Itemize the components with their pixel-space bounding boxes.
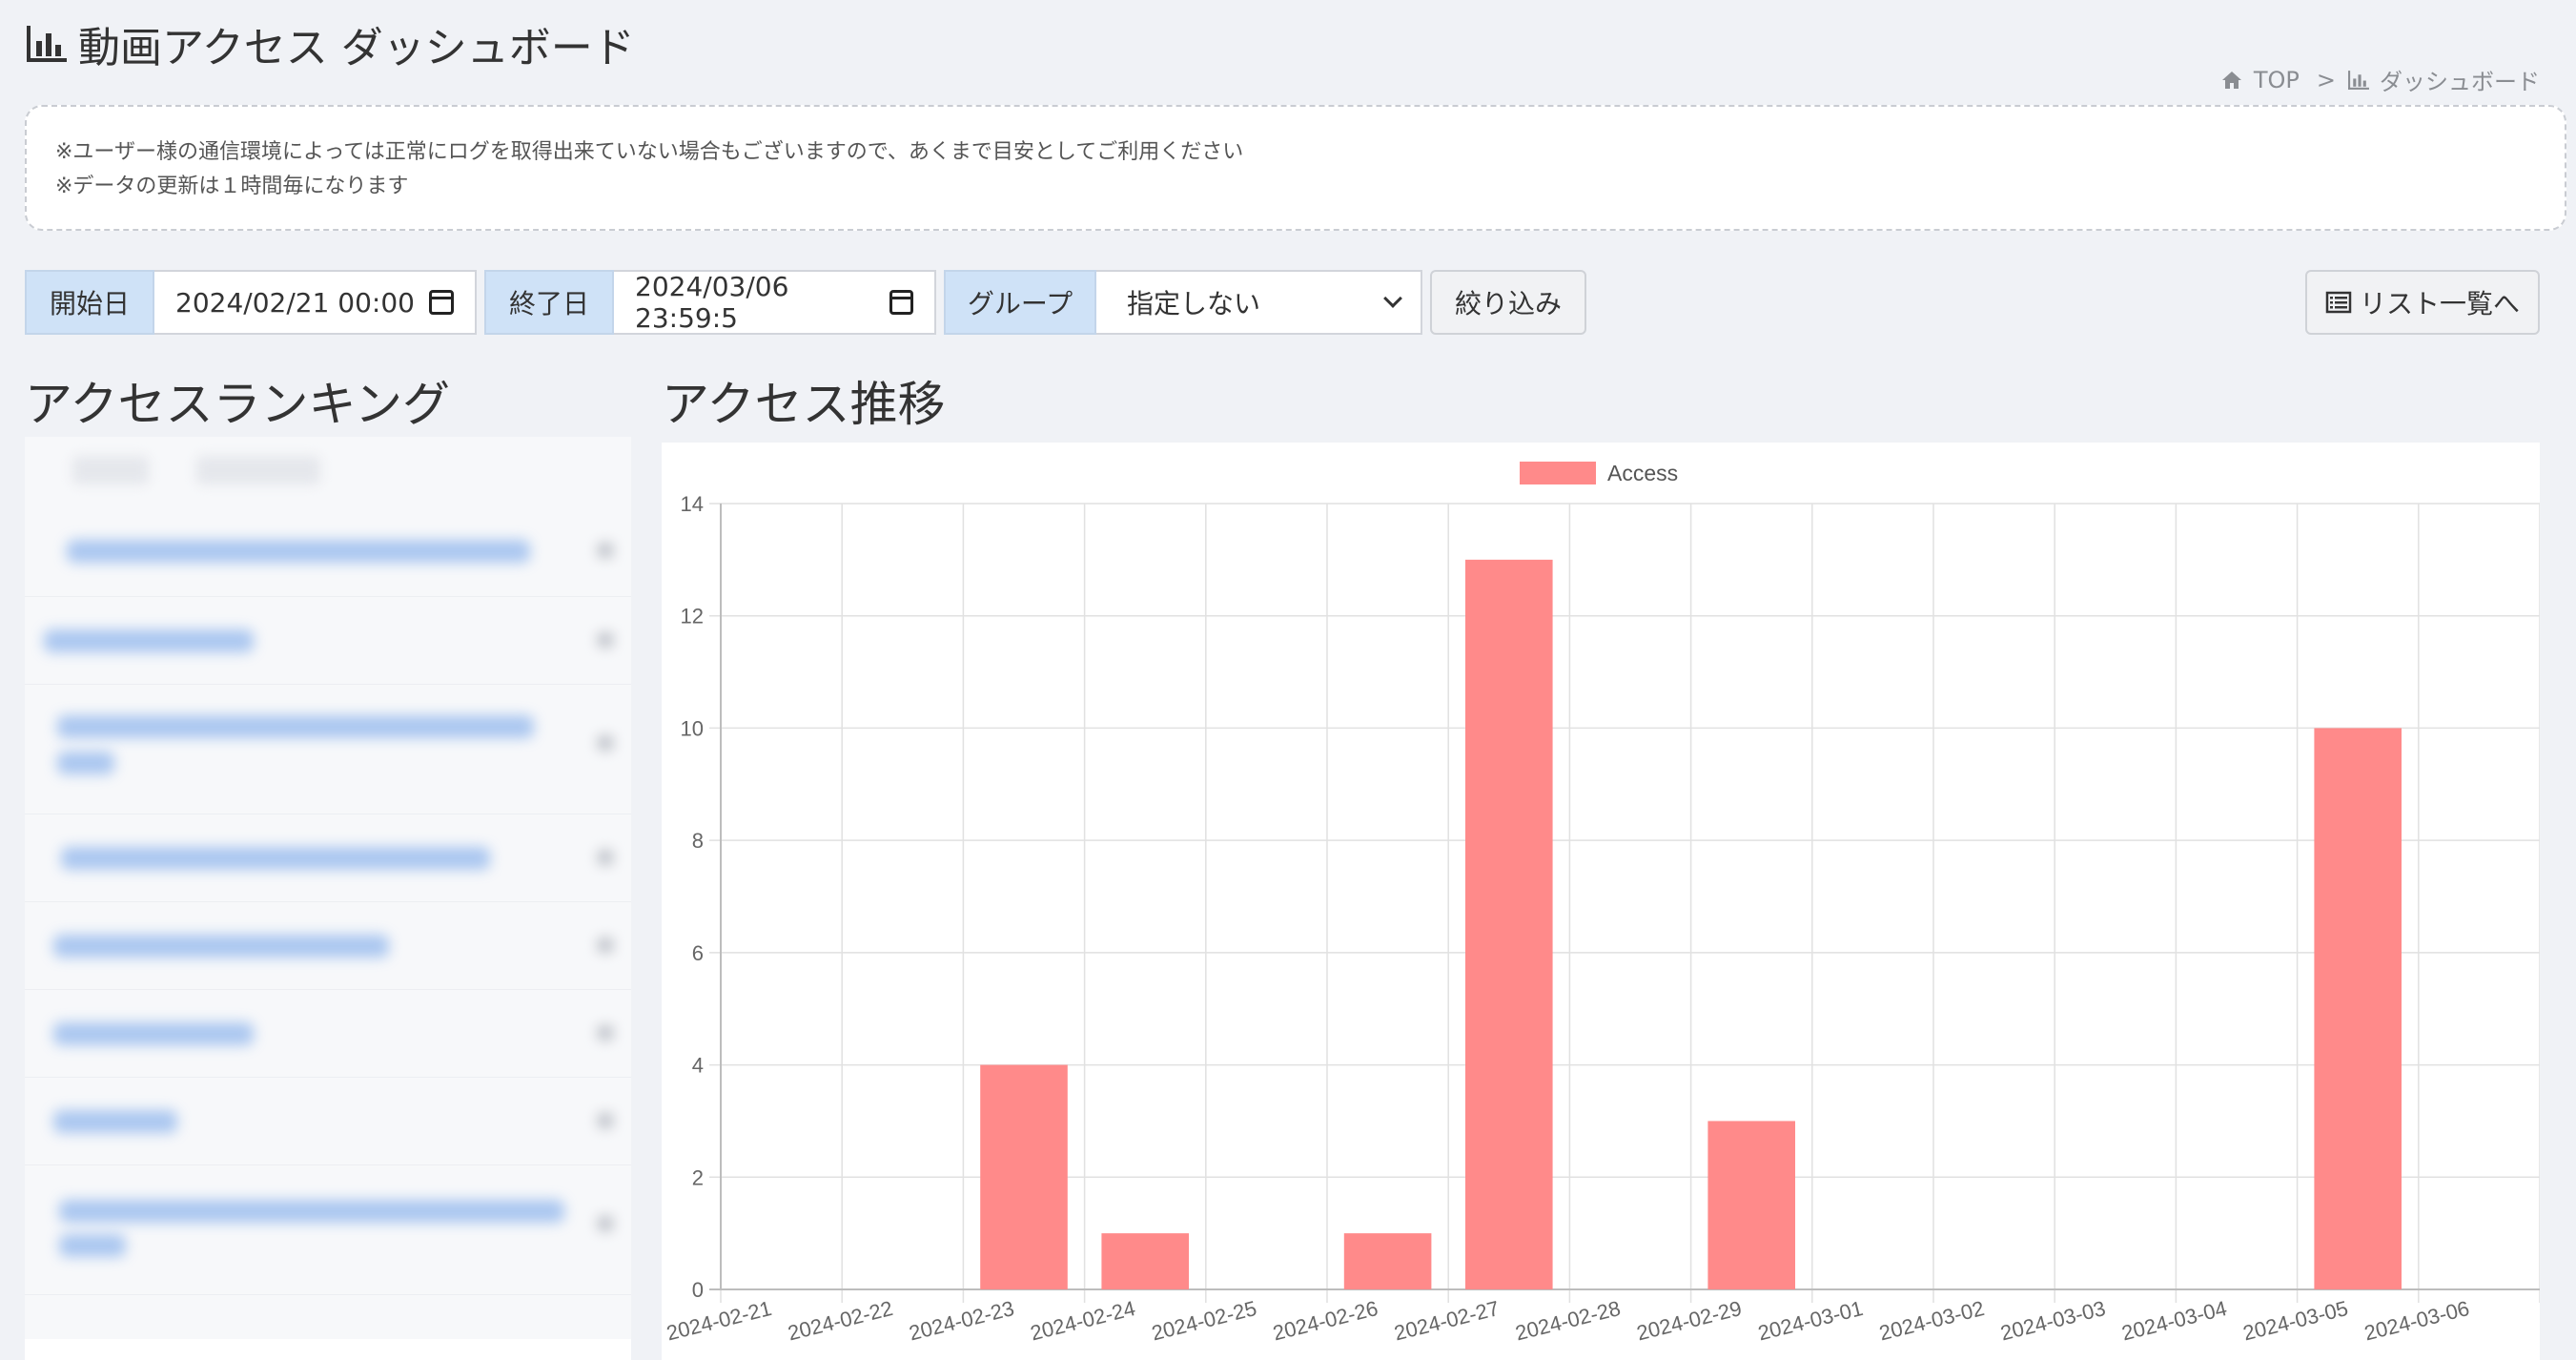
list-view-button[interactable]: リスト一覧へ bbox=[2305, 270, 2540, 335]
y-tick-label: 14 bbox=[681, 492, 704, 516]
x-tick-label: 2024-02-22 bbox=[786, 1296, 895, 1345]
x-tick-label: 2024-02-24 bbox=[1028, 1296, 1137, 1345]
trend-title: アクセス推移 bbox=[662, 377, 946, 432]
x-tick-label: 2024-03-04 bbox=[2119, 1296, 2229, 1345]
list-item[interactable] bbox=[25, 504, 631, 597]
filter-submit-button[interactable]: 絞り込み bbox=[1430, 270, 1586, 335]
bar bbox=[1101, 1233, 1189, 1289]
ranking-tab[interactable] bbox=[196, 456, 320, 484]
group-select-value: 指定しない bbox=[1127, 288, 1261, 319]
legend-swatch bbox=[1520, 462, 1596, 484]
y-tick-label: 6 bbox=[692, 941, 704, 965]
breadcrumb-separator: > bbox=[2316, 66, 2336, 93]
breadcrumb-home-link[interactable]: TOP bbox=[2221, 67, 2300, 93]
legend-label: Access bbox=[1607, 461, 1678, 485]
breadcrumb-current: ダッシュボード bbox=[2380, 69, 2540, 95]
end-date-input[interactable]: 2024/03/06 23:59:5 bbox=[614, 270, 936, 335]
list-item[interactable] bbox=[25, 990, 631, 1078]
start-date-label: 開始日 bbox=[25, 270, 154, 335]
ranking-tabs bbox=[25, 437, 631, 504]
list-item[interactable] bbox=[25, 814, 631, 902]
list-item[interactable] bbox=[25, 685, 631, 814]
ranking-tab[interactable] bbox=[72, 456, 149, 484]
calendar-icon[interactable] bbox=[429, 290, 454, 315]
x-tick-label: 2024-02-26 bbox=[1271, 1296, 1380, 1345]
calendar-icon[interactable] bbox=[889, 290, 913, 315]
list-item[interactable] bbox=[25, 1165, 631, 1295]
bar bbox=[1465, 559, 1553, 1289]
notice-box: ※ユーザー様の通信環境によっては正常にログを取得出来ていない場合もございますので… bbox=[25, 105, 2566, 231]
x-tick-label: 2024-02-25 bbox=[1149, 1296, 1258, 1345]
bar-chart-icon bbox=[27, 26, 67, 62]
list-item[interactable] bbox=[25, 597, 631, 685]
y-tick-label: 10 bbox=[681, 716, 704, 740]
access-trend-chart: 0 2 4 6 8 10 12 14 2024-02-21 2024-02-22 2024-02-2… bbox=[662, 443, 2540, 1360]
page-title: 動画アクセス ダッシュボード bbox=[25, 13, 635, 74]
bar-chart-icon bbox=[2348, 70, 2369, 90]
y-tick-label: 0 bbox=[692, 1278, 704, 1302]
access-bar-chart: 024681012142024-02-21 2024-02-22 2024-02-2… bbox=[664, 461, 2540, 1345]
breadcrumb: TOP > ダッシュボード bbox=[2221, 63, 2540, 96]
x-tick-label: 2024-03-02 bbox=[1877, 1296, 1987, 1345]
bar bbox=[1707, 1121, 1795, 1289]
notice-line: ※データの更新は１時間毎になります bbox=[55, 175, 409, 198]
x-tick-label: 2024-03-05 bbox=[2240, 1296, 2350, 1345]
ranking-title: アクセスランキング bbox=[25, 377, 450, 432]
page-title-text: 動画アクセス ダッシュボード bbox=[78, 24, 635, 72]
y-tick-label: 8 bbox=[692, 829, 704, 853]
chevron-down-icon bbox=[1383, 289, 1402, 308]
y-tick-label: 4 bbox=[692, 1054, 704, 1078]
y-tick-label: 2 bbox=[692, 1165, 704, 1189]
bar bbox=[2314, 728, 2402, 1289]
group-select[interactable]: 指定しない bbox=[1096, 270, 1422, 335]
list-item[interactable] bbox=[25, 902, 631, 990]
bar bbox=[980, 1064, 1068, 1289]
filter-bar: 開始日 2024/02/21 00:00 終了日 2024/03/06 23:5… bbox=[25, 270, 1586, 335]
x-tick-label: 2024-03-03 bbox=[1998, 1296, 2108, 1345]
notice-line: ※ユーザー様の通信環境によっては正常にログを取得出来ていない場合もございますので… bbox=[55, 140, 1244, 164]
y-tick-label: 12 bbox=[681, 605, 704, 628]
x-tick-label: 2024-02-21 bbox=[664, 1296, 774, 1345]
ranking-panel bbox=[25, 437, 631, 1360]
list-icon bbox=[2325, 291, 2352, 314]
x-tick-label: 2024-03-01 bbox=[1755, 1296, 1865, 1345]
home-icon bbox=[2221, 71, 2241, 89]
breadcrumb-home-label: TOP bbox=[2253, 66, 2300, 93]
x-tick-label: 2024-02-28 bbox=[1513, 1296, 1623, 1345]
end-date-label: 終了日 bbox=[484, 270, 614, 335]
x-tick-label: 2024-02-27 bbox=[1392, 1296, 1502, 1345]
list-view-label: リスト一覧へ bbox=[2359, 288, 2520, 319]
start-date-value: 2024/02/21 00:00 bbox=[175, 286, 415, 319]
start-date-input[interactable]: 2024/02/21 00:00 bbox=[154, 270, 477, 335]
end-date-value: 2024/03/06 23:59:5 bbox=[635, 271, 789, 334]
x-tick-label: 2024-02-23 bbox=[907, 1296, 1016, 1345]
ranking-footer bbox=[25, 1339, 631, 1360]
bar bbox=[1343, 1233, 1432, 1289]
x-tick-label: 2024-02-29 bbox=[1634, 1296, 1744, 1345]
list-item[interactable] bbox=[25, 1078, 631, 1165]
x-tick-label: 2024-03-06 bbox=[2361, 1296, 2471, 1345]
group-label: グループ bbox=[944, 270, 1096, 335]
